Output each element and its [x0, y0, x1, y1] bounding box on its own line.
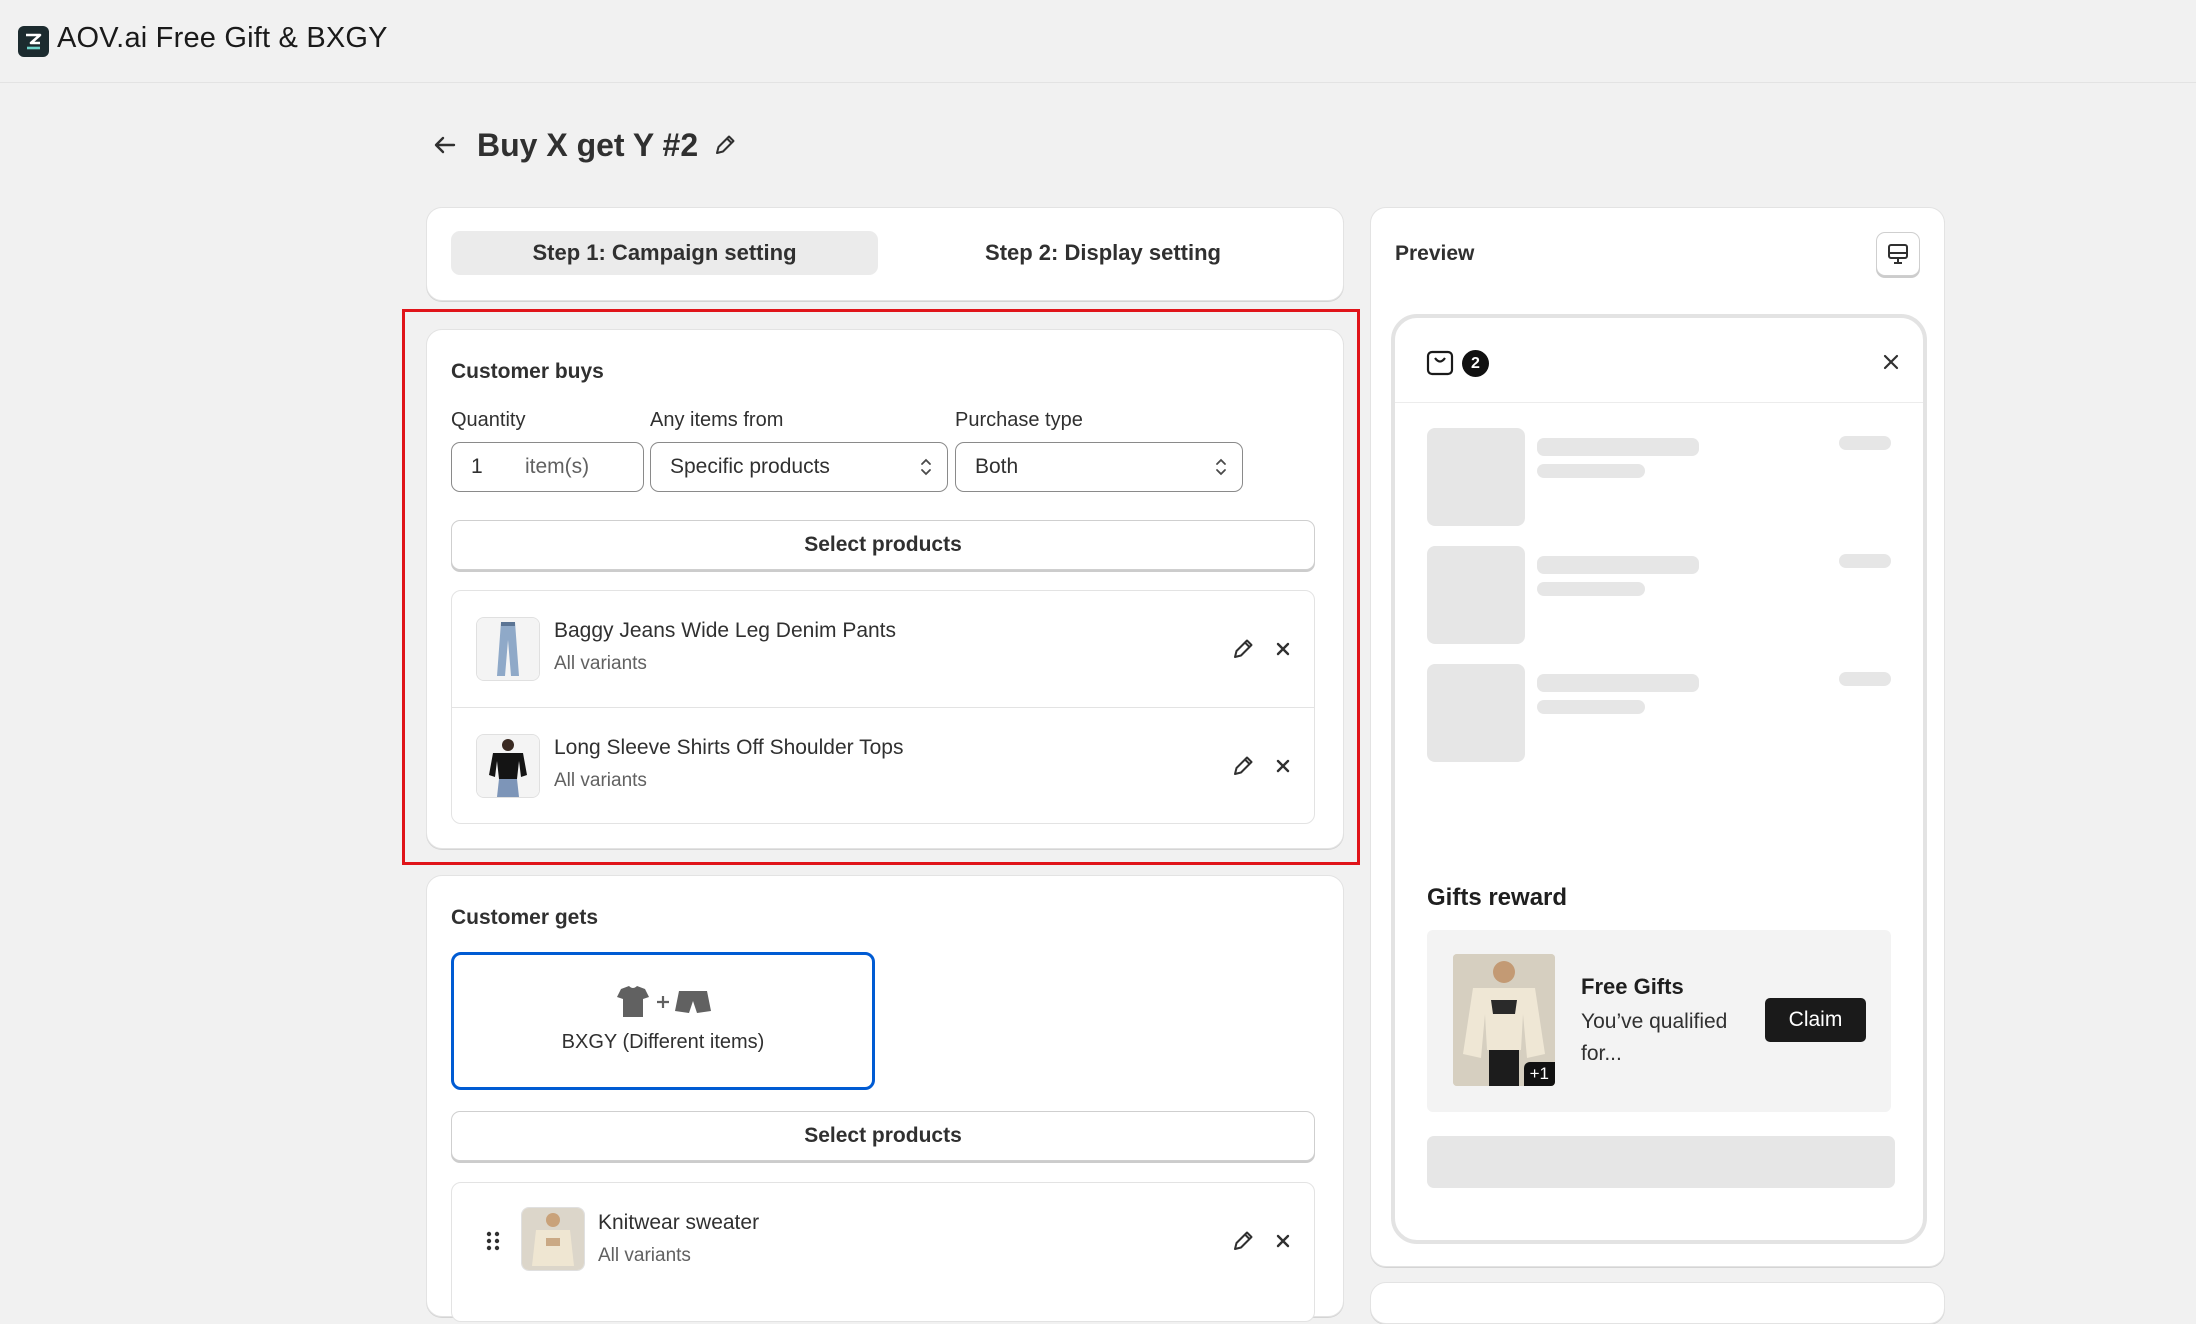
close-icon[interactable]	[1879, 350, 1903, 374]
select-gift-products-button[interactable]: Select products	[451, 1111, 1315, 1161]
gift-name: Free Gifts	[1581, 974, 1684, 999]
product-name: Knitwear sweater	[598, 1211, 760, 1234]
gets-product-list: Knitwear sweater All variants	[451, 1182, 1315, 1322]
skeleton-line	[1537, 674, 1699, 692]
claim-button[interactable]: Claim	[1765, 998, 1866, 1042]
skeleton-line	[1537, 438, 1699, 456]
skeleton-thumbnail	[1427, 546, 1525, 644]
cart-header: 2	[1395, 318, 1923, 403]
gift-card: +1 Free Gifts You’ve qualified for... Cl…	[1427, 930, 1891, 1112]
tab-display-setting[interactable]: Step 2: Display setting	[889, 231, 1317, 275]
tab-campaign-setting[interactable]: Step 1: Campaign setting	[451, 231, 878, 275]
preview-title: Preview	[1395, 242, 1475, 265]
pencil-icon[interactable]	[710, 130, 740, 160]
gift-description: You’ve qualified for...	[1581, 1010, 1728, 1065]
skeleton-line	[1537, 582, 1645, 596]
product-thumbnail	[521, 1207, 585, 1271]
skeleton-line	[1537, 700, 1645, 714]
highlight-box	[402, 309, 1360, 865]
app-name: AOV.ai Free Gift & BXGY	[57, 22, 388, 54]
skeleton-line	[1839, 554, 1891, 568]
list-item: Knitwear sweater All variants	[452, 1183, 1314, 1299]
bxgy-option-label: BXGY (Different items)	[561, 1031, 765, 1053]
skeleton-line	[1839, 436, 1891, 450]
page-title: Buy X get Y #2	[477, 127, 699, 163]
app-header: AOV.ai Free Gift & BXGY	[0, 0, 2196, 83]
pencil-icon[interactable]	[1227, 1225, 1259, 1257]
skeleton-line	[1537, 464, 1645, 478]
secondary-card	[1370, 1282, 1945, 1324]
cart-count-badge: 2	[1462, 350, 1489, 377]
product-variants: All variants	[598, 1245, 691, 1266]
skeleton-thumbnail	[1427, 428, 1525, 526]
gift-thumbnail: +1	[1453, 954, 1555, 1086]
desktop-icon[interactable]	[1876, 232, 1920, 276]
app-logo-icon	[18, 26, 49, 57]
close-icon[interactable]	[1267, 1225, 1299, 1257]
skeleton-line	[1839, 672, 1891, 686]
customer-gets-title: Customer gets	[451, 906, 599, 929]
gifts-reward-title: Gifts reward	[1427, 884, 1568, 911]
cart-drawer-preview: 2 Gifts reward +1 Free Gifts You’ve qual…	[1391, 314, 1927, 1244]
back-arrow-icon[interactable]	[428, 128, 462, 162]
drag-handle-icon[interactable]	[484, 1229, 502, 1253]
bxgy-icons	[613, 985, 713, 1024]
customer-gets-card: Customer gets BXGY (Different items) Sel…	[426, 875, 1344, 1322]
shorts-icon	[675, 991, 711, 1013]
steps-card: Step 1: Campaign setting Step 2: Display…	[426, 207, 1344, 301]
bxgy-different-items-option[interactable]: BXGY (Different items)	[451, 952, 875, 1090]
preview-card: Preview 2 Gifts reward +1 Free Gifts You…	[1370, 207, 1945, 1267]
skeleton-line	[1537, 556, 1699, 574]
bag-icon	[1425, 345, 1455, 382]
extra-gifts-badge: +1	[1523, 1062, 1555, 1086]
checkout-placeholder	[1427, 1136, 1895, 1188]
skeleton-thumbnail	[1427, 664, 1525, 762]
tshirt-icon	[617, 986, 649, 1017]
